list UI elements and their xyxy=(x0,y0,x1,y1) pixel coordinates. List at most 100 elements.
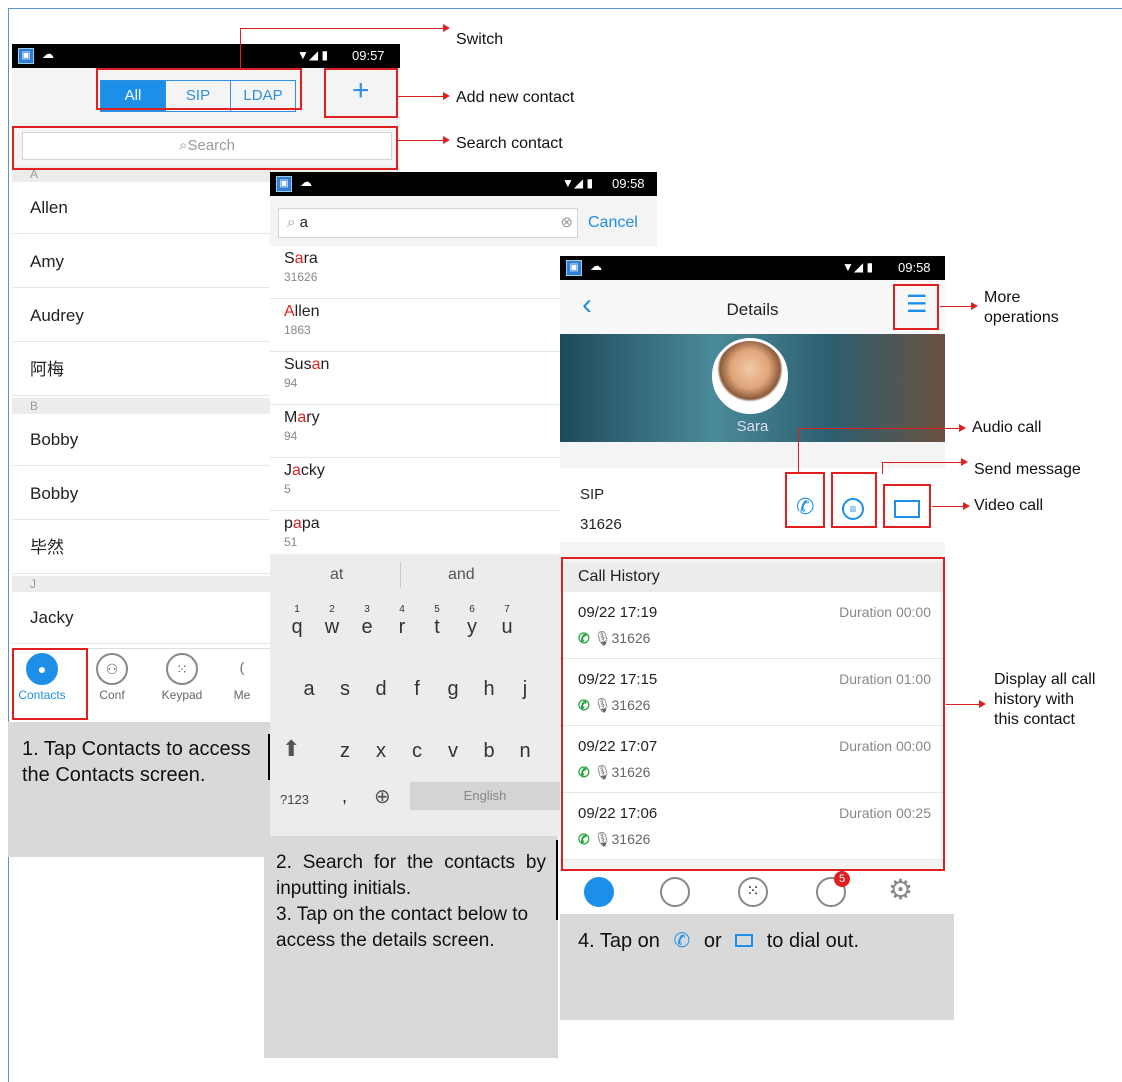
app-icon: ▣ xyxy=(18,48,34,64)
conference-icon: ⚇ xyxy=(96,653,128,685)
key-comma[interactable]: , xyxy=(342,786,347,807)
video-call-highlight xyxy=(883,484,931,528)
switch-annotation: Switch xyxy=(456,31,504,48)
tab-conf[interactable]: ⚇ Conf xyxy=(82,649,142,702)
call-history-highlight xyxy=(561,557,945,871)
tab-keypad[interactable]: ⁙ Keypad xyxy=(152,649,212,702)
switch-highlight xyxy=(96,68,302,110)
status-bar-details: ▣ ☁ ▼◢ ▮ 09:58 xyxy=(560,256,945,280)
key[interactable]: g xyxy=(438,678,468,701)
message-icon: ( xyxy=(239,659,245,675)
figure-border-left xyxy=(8,8,9,1082)
step-2-3-note: 2. Search for the contacts by inputting … xyxy=(264,836,558,1058)
account-number: 31626 xyxy=(580,516,622,533)
key[interactable]: s xyxy=(330,678,360,701)
key[interactable]: w xyxy=(317,616,347,639)
key[interactable]: q xyxy=(282,616,312,639)
notification-icon: ☁ xyxy=(42,47,54,61)
status-time: 09:57 xyxy=(352,48,385,63)
history-arrow xyxy=(946,700,986,708)
key[interactable]: a xyxy=(294,678,324,701)
audio-leader xyxy=(798,428,799,472)
suggestion-at[interactable]: at xyxy=(330,566,343,584)
search-input[interactable]: ⌕ a ⊗ xyxy=(278,208,578,238)
space-key[interactable]: English xyxy=(410,782,560,810)
cancel-button[interactable]: Cancel xyxy=(588,214,638,232)
audio-call-arrow xyxy=(798,424,966,432)
conference-icon[interactable] xyxy=(660,877,690,907)
bottom-tab-bar-details: ⁙ 5 ⚙ xyxy=(560,870,945,914)
add-contact-highlight xyxy=(324,68,398,118)
status-bar: ▣ ☁ ▼◢ ▮ 09:57 xyxy=(12,44,400,68)
globe-icon[interactable]: ⊕ xyxy=(374,784,391,809)
clear-icon[interactable]: ⊗ xyxy=(560,209,573,237)
key-number-hint: 5 xyxy=(434,604,440,615)
status-bar-search: ▣ ☁ ▼◢ ▮ 09:58 xyxy=(270,172,657,196)
status-time: 09:58 xyxy=(898,260,931,275)
key-number-hint: 6 xyxy=(469,604,475,615)
key[interactable]: x xyxy=(366,740,396,763)
key-number-hint: 7 xyxy=(504,604,510,615)
key[interactable]: v xyxy=(438,740,468,763)
history-annotation: Display all call history with this conta… xyxy=(994,671,1096,728)
figure-border-top xyxy=(8,8,1122,9)
add-contact-annotation: Add new contact xyxy=(456,89,575,106)
menu-highlight xyxy=(893,284,939,330)
shift-icon[interactable]: ⬆ xyxy=(282,736,300,762)
add-contact-arrow xyxy=(398,92,450,100)
key[interactable]: z xyxy=(330,740,360,763)
key-number-hint: 1 xyxy=(294,604,300,615)
video-call-icon xyxy=(735,934,754,947)
key[interactable]: b xyxy=(474,740,504,763)
notification-icon: ☁ xyxy=(300,175,312,189)
key[interactable]: y xyxy=(457,616,487,639)
key-symbols[interactable]: ?123 xyxy=(280,792,309,807)
key[interactable]: j xyxy=(510,678,540,701)
key[interactable]: n xyxy=(510,740,540,763)
message-leader xyxy=(882,462,883,474)
app-icon: ▣ xyxy=(566,260,582,276)
signal-icon: ▼◢ ▮ xyxy=(297,48,329,62)
key[interactable]: r xyxy=(387,616,417,639)
status-time: 09:58 xyxy=(612,176,645,191)
key[interactable]: e xyxy=(352,616,382,639)
search-icon: ⌕ xyxy=(287,214,300,231)
avatar xyxy=(712,338,788,414)
switch-leader-line xyxy=(240,28,241,70)
message-highlight xyxy=(831,472,877,528)
key[interactable]: c xyxy=(402,740,432,763)
key[interactable]: f xyxy=(402,678,432,701)
step-4-note: 4. Tap on ✆ or to dial out. xyxy=(560,914,954,1020)
video-call-arrow xyxy=(932,502,970,510)
audio-call-annotation: Audio call xyxy=(972,419,1042,436)
more-ops-annotation: More operations xyxy=(984,289,1059,326)
keypad-icon: ⁙ xyxy=(166,653,198,685)
send-message-annotation: Send message xyxy=(974,461,1081,478)
key[interactable]: d xyxy=(366,678,396,701)
suggestion-and[interactable]: and xyxy=(448,566,475,584)
more-ops-arrow xyxy=(940,302,978,310)
video-call-annotation: Video call xyxy=(974,497,1044,514)
tab-messages[interactable]: (Me xyxy=(217,649,267,702)
divider-line-2 xyxy=(556,840,558,920)
keypad-icon[interactable]: ⁙ xyxy=(738,877,768,907)
contacts-icon[interactable] xyxy=(584,877,614,907)
contact-name: Sara xyxy=(736,418,769,435)
page-title: Details xyxy=(726,300,779,319)
key[interactable]: h xyxy=(474,678,504,701)
key-number-hint: 3 xyxy=(364,604,370,615)
unread-badge: 5 xyxy=(834,871,850,887)
step-1-note: 1. Tap Contacts to access the Contacts s… xyxy=(8,722,272,857)
signal-icon: ▼◢ ▮ xyxy=(562,176,594,190)
search-annotation: Search contact xyxy=(456,135,563,152)
notification-icon: ☁ xyxy=(590,259,602,273)
signal-icon: ▼◢ ▮ xyxy=(842,260,874,274)
switch-arrow xyxy=(240,24,450,32)
search-arrow xyxy=(398,136,450,144)
key[interactable]: u xyxy=(492,616,522,639)
key-number-hint: 2 xyxy=(329,604,335,615)
audio-call-icon: ✆ xyxy=(673,930,691,952)
key[interactable]: t xyxy=(422,616,452,639)
contacts-tab-highlight xyxy=(12,648,88,720)
settings-icon[interactable]: ⚙ xyxy=(888,873,913,906)
